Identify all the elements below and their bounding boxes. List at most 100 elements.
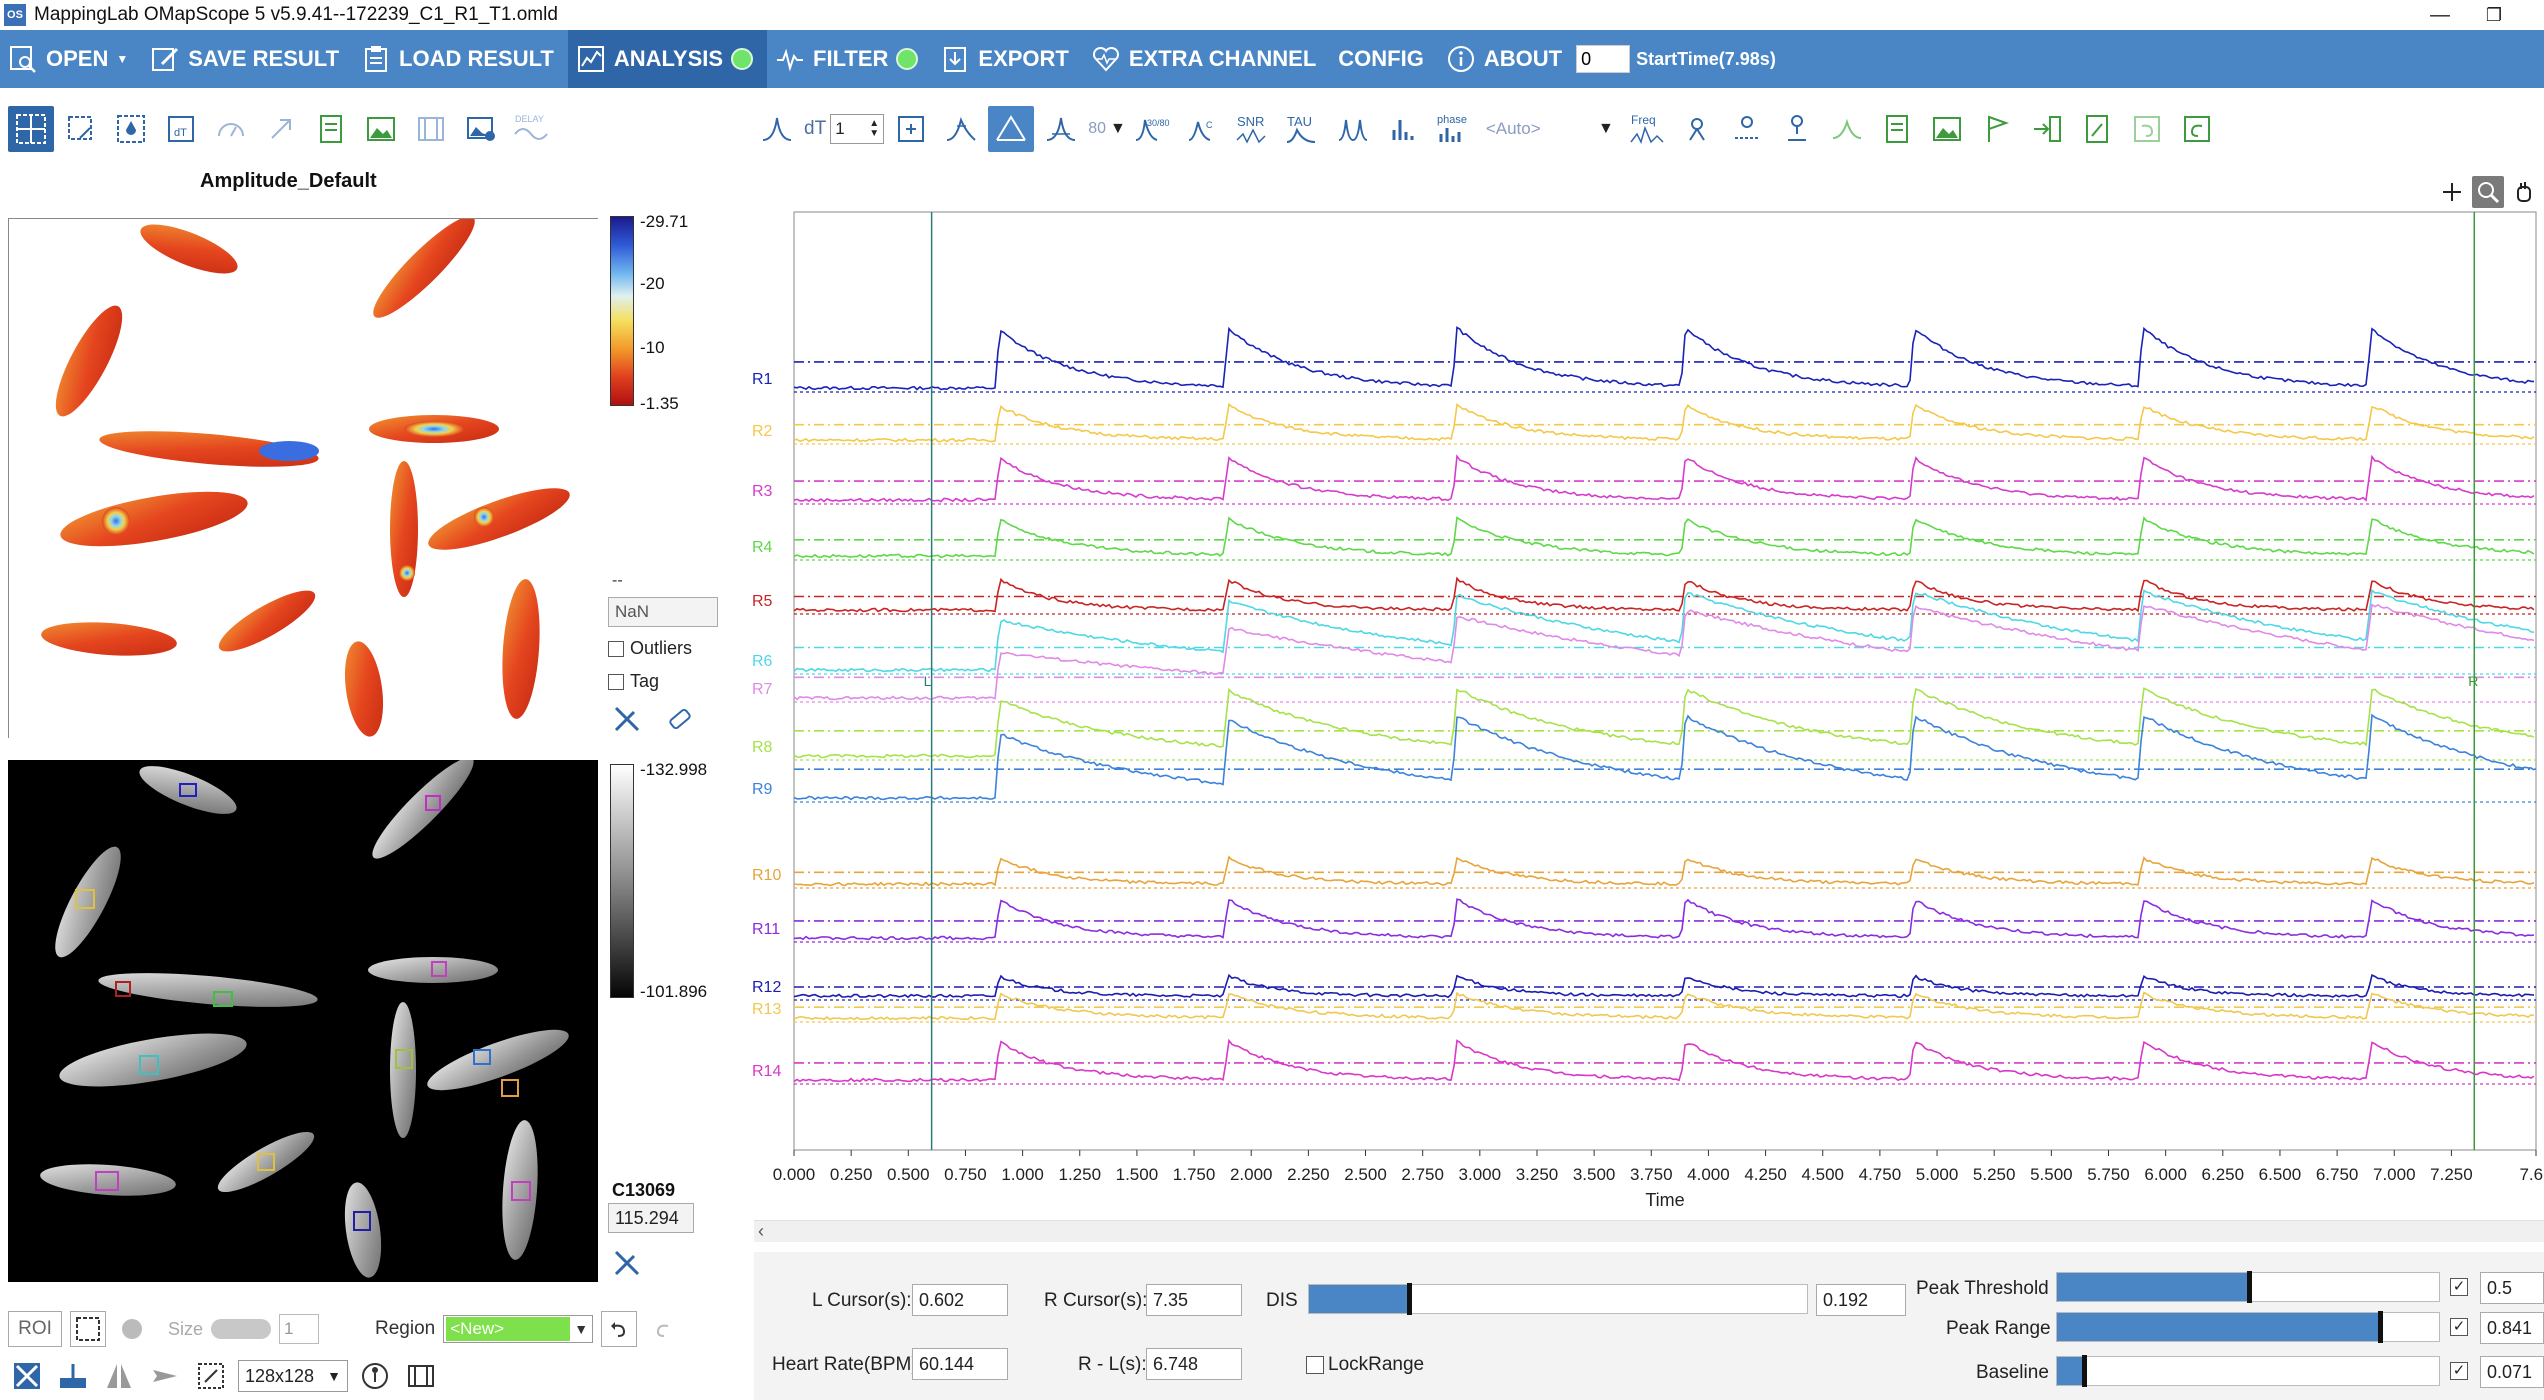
peak-threshold-slider[interactable] [2056, 1271, 2440, 1303]
restore-button[interactable]: ❐ [2464, 0, 2524, 30]
map-tools-button[interactable] [608, 700, 646, 738]
roi-rect-button[interactable] [70, 1311, 106, 1347]
cell-tool-1-button[interactable] [1674, 106, 1720, 152]
vector-button[interactable] [258, 106, 304, 152]
roi-circle-button[interactable] [114, 1311, 150, 1347]
flag-button[interactable] [1974, 106, 2020, 152]
outliers-checkbox[interactable] [608, 640, 624, 657]
peak-range-slider[interactable] [2056, 1311, 2440, 1343]
drop-select-button[interactable] [108, 106, 154, 152]
freq-button[interactable]: Freq [1624, 106, 1670, 152]
chevron-left-icon[interactable]: ‹ [758, 1221, 764, 1242]
load-result-menu[interactable]: LOAD RESULT [353, 30, 568, 88]
trace-chart[interactable]: L R R1 R2 R3 R4 R5 R6 R7 R8 R9 R10 R11 R12 R13 R14 0.0… [740, 160, 2544, 1220]
load-roi-button[interactable] [54, 1357, 92, 1395]
grayscale-map[interactable] [8, 757, 598, 1282]
amplitude-map[interactable] [8, 216, 598, 738]
delay-button[interactable]: DELAY [508, 106, 554, 152]
lock-range-checkbox[interactable] [1306, 1356, 1324, 1374]
peak-threshold-thumb[interactable] [2247, 1271, 2252, 1303]
pixel-value-field[interactable]: NaN [608, 597, 718, 627]
doc-export-button[interactable] [308, 106, 354, 152]
undo-button[interactable] [2124, 106, 2170, 152]
snapshot-button[interactable] [1924, 106, 1970, 152]
video-button[interactable] [402, 1357, 440, 1395]
redo-button[interactable] [2174, 106, 2220, 152]
r-minus-l-input[interactable]: 6.748 [1146, 1348, 1242, 1380]
dis-input[interactable]: 0.192 [1816, 1284, 1906, 1316]
dt-spinner[interactable]: 1 ▲ ▼ [830, 114, 885, 144]
tag-checkbox-row[interactable]: Tag [608, 671, 659, 692]
peak-threshold-checkbox[interactable]: ✓ [2450, 1278, 2468, 1296]
r-cursor-input[interactable]: 7.35 [1146, 1284, 1242, 1316]
edit-doc-button[interactable] [2074, 106, 2120, 152]
eraser-button[interactable] [660, 700, 698, 738]
tag-checkbox[interactable] [608, 673, 624, 690]
peak-range-thumb[interactable] [2378, 1311, 2383, 1343]
baseline-thumb[interactable] [2082, 1355, 2087, 1387]
flip-button[interactable] [100, 1357, 138, 1395]
tau-button[interactable]: TAU [1280, 106, 1326, 152]
filter-menu[interactable]: FILTER [767, 30, 932, 88]
histogram-button[interactable] [1380, 106, 1426, 152]
smooth-button[interactable] [1824, 106, 1870, 152]
multi-peak-button[interactable] [1330, 106, 1376, 152]
crop-select-button[interactable] [58, 106, 104, 152]
ca-button[interactable]: C [1180, 106, 1226, 152]
phase-mode-select[interactable]: <Auto> ▼ [1480, 112, 1620, 146]
region-select[interactable]: <New> ▼ [443, 1315, 594, 1343]
clear-roi-button[interactable] [8, 1357, 46, 1395]
size-input[interactable]: 1 [279, 1314, 320, 1344]
apd-dropdown-icon[interactable]: ▼ [1110, 120, 1126, 138]
open-menu[interactable]: OPEN ▼ [0, 30, 142, 88]
baseline-slider[interactable] [2056, 1355, 2440, 1387]
peak-detect-button[interactable] [754, 106, 800, 152]
start-time-input[interactable] [1576, 45, 1631, 73]
lock-range-row[interactable]: LockRange [1306, 1354, 1424, 1376]
fit-button[interactable] [888, 106, 934, 152]
image-settings-button[interactable] [458, 106, 504, 152]
chart-horizontal-scrollbar[interactable]: ‹ [754, 1220, 2544, 1242]
phase-button[interactable]: phase [1430, 106, 1476, 152]
dis-slider[interactable] [1308, 1283, 1808, 1315]
extra-channel-menu[interactable]: EXTRA CHANNEL [1083, 30, 1330, 88]
analysis-menu[interactable]: ANALYSIS [567, 30, 768, 88]
outliers-checkbox-row[interactable]: Outliers [608, 638, 692, 659]
dis-slider-thumb[interactable] [1407, 1283, 1412, 1315]
report-button[interactable] [1874, 106, 1920, 152]
baseline-checkbox[interactable]: ✓ [2450, 1362, 2468, 1380]
cell-tool-3-button[interactable] [1774, 106, 1820, 152]
image-export-button[interactable] [358, 106, 404, 152]
size-slider[interactable] [211, 1319, 272, 1339]
upstroke-button[interactable] [938, 106, 984, 152]
l-cursor-input[interactable]: 0.602 [912, 1284, 1008, 1316]
resolution-select[interactable]: 128x128 ▼ [238, 1360, 348, 1392]
snr-button[interactable]: SNR [1230, 106, 1276, 152]
cell-tool-2-button[interactable] [1724, 106, 1770, 152]
resize-button[interactable] [192, 1357, 230, 1395]
person-button[interactable] [356, 1357, 394, 1395]
measure-button[interactable]: dT [158, 106, 204, 152]
save-result-menu[interactable]: SAVE RESULT [142, 30, 353, 88]
duration-button[interactable] [1038, 106, 1084, 152]
export-menu[interactable]: EXPORT [932, 30, 1082, 88]
peak-range-checkbox[interactable]: ✓ [2450, 1318, 2468, 1336]
baseline-input[interactable]: 0.071 [2480, 1356, 2544, 1388]
roi-mode-button[interactable]: ROI [8, 1311, 62, 1347]
gauge-button[interactable] [208, 106, 254, 152]
heart-rate-input[interactable]: 60.144 [912, 1348, 1008, 1380]
amplitude-button[interactable] [988, 106, 1035, 152]
ratio-button[interactable]: 30/80 [1130, 106, 1176, 152]
send-button[interactable] [146, 1357, 184, 1395]
region-undo-button[interactable] [601, 1311, 638, 1347]
grid-select-button[interactable] [8, 106, 54, 152]
cell-value-field[interactable]: 115.294 [608, 1203, 694, 1233]
gray-tools-button[interactable] [608, 1244, 646, 1282]
about-menu[interactable]: ABOUT [1438, 30, 1576, 88]
film-export-button[interactable] [408, 106, 454, 152]
peak-threshold-input[interactable]: 0.5 [2480, 1272, 2544, 1304]
region-redo-button[interactable] [645, 1311, 681, 1347]
peak-range-input[interactable]: 0.841 [2480, 1312, 2544, 1344]
config-menu[interactable]: CONFIG [1330, 30, 1438, 88]
insert-column-button[interactable] [2024, 106, 2070, 152]
